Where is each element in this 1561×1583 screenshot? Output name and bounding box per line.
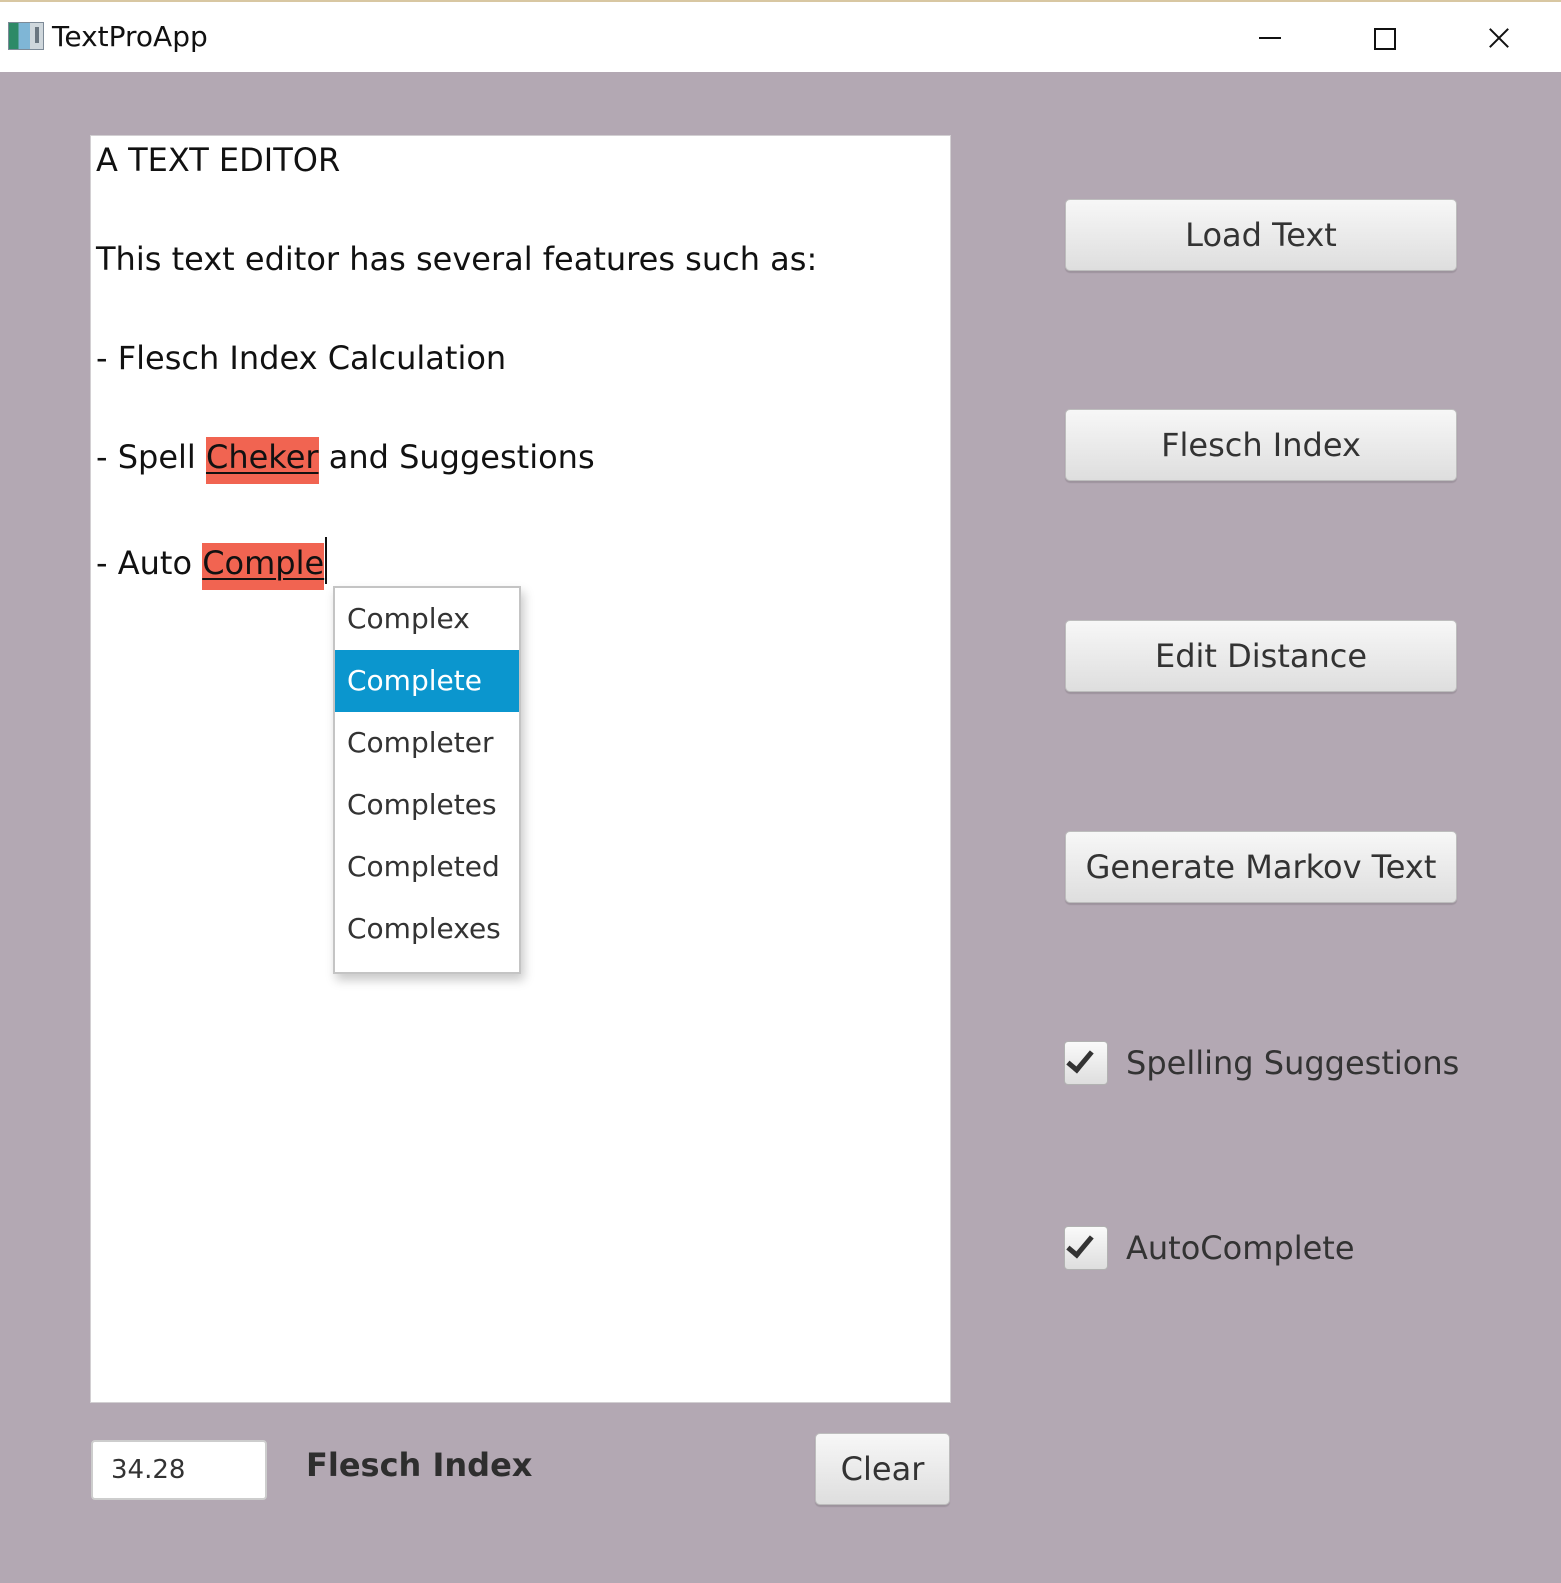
autocomplete-label[interactable]: AutoComplete xyxy=(1126,1223,1355,1273)
edit-distance-button[interactable]: Edit Distance xyxy=(1065,620,1457,692)
maximize-button[interactable] xyxy=(1362,16,1406,60)
generate-markov-text-button[interactable]: Generate Markov Text xyxy=(1065,831,1457,903)
editor-line: A TEXT EDITOR xyxy=(96,141,340,179)
editor-line-suffix: and Suggestions xyxy=(318,438,595,476)
editor-line-text: - Flesch Index Calculation xyxy=(96,339,507,377)
editor-line: - Spell Cheker and Suggestions xyxy=(96,437,595,484)
editor-line-text: This text editor has several features su… xyxy=(96,240,818,278)
autocomplete-option-item[interactable]: Complex xyxy=(335,588,519,650)
minimize-icon xyxy=(1259,37,1281,39)
title-bar: TextProApp xyxy=(0,2,1561,72)
window-title: TextProApp xyxy=(52,20,208,53)
misspelled-word[interactable]: Comple xyxy=(202,543,325,590)
app-window: TextProApp A TEXT EDITOR This text edito… xyxy=(0,0,1561,1583)
text-caret xyxy=(325,537,328,584)
editor-line-prefix: - Spell xyxy=(96,438,206,476)
misspelled-word[interactable]: Cheker xyxy=(205,437,319,484)
autocomplete-option-item-selected[interactable]: Complete xyxy=(335,650,519,712)
spelling-suggestions-label[interactable]: Spelling Suggestions xyxy=(1126,1038,1459,1088)
app-icon xyxy=(8,22,44,50)
autocomplete-checkbox[interactable] xyxy=(1064,1226,1108,1270)
autocomplete-option-item[interactable]: Completed xyxy=(335,836,519,898)
clear-button[interactable]: Clear xyxy=(815,1433,950,1505)
check-icon xyxy=(1066,1044,1094,1074)
autocomplete-popup: Complex Complete Completer Completes Com… xyxy=(333,586,521,974)
flesch-index-value-field[interactable]: 34.28 xyxy=(91,1440,267,1500)
spelling-suggestions-checkbox[interactable] xyxy=(1064,1041,1108,1085)
maximize-icon xyxy=(1374,28,1396,50)
flesch-index-label: Flesch Index xyxy=(306,1446,533,1484)
load-text-button[interactable]: Load Text xyxy=(1065,199,1457,271)
editor-line-text: A TEXT EDITOR xyxy=(96,141,341,179)
close-button[interactable] xyxy=(1477,16,1521,60)
autocomplete-option-item[interactable]: Completer xyxy=(335,712,519,774)
editor-line: - Auto Comple xyxy=(96,537,328,590)
check-icon xyxy=(1066,1229,1094,1259)
minimize-button[interactable] xyxy=(1248,16,1292,60)
editor-line-prefix: - Auto xyxy=(96,544,203,582)
editor-line: - Flesch Index Calculation xyxy=(96,339,506,377)
autocomplete-option-item[interactable]: Completes xyxy=(335,774,519,836)
editor-line: This text editor has several features su… xyxy=(96,240,817,278)
autocomplete-option-item[interactable]: Complexes xyxy=(335,898,519,960)
flesch-index-button[interactable]: Flesch Index xyxy=(1065,409,1457,481)
main-panel: A TEXT EDITOR This text editor has sever… xyxy=(0,72,1561,1583)
